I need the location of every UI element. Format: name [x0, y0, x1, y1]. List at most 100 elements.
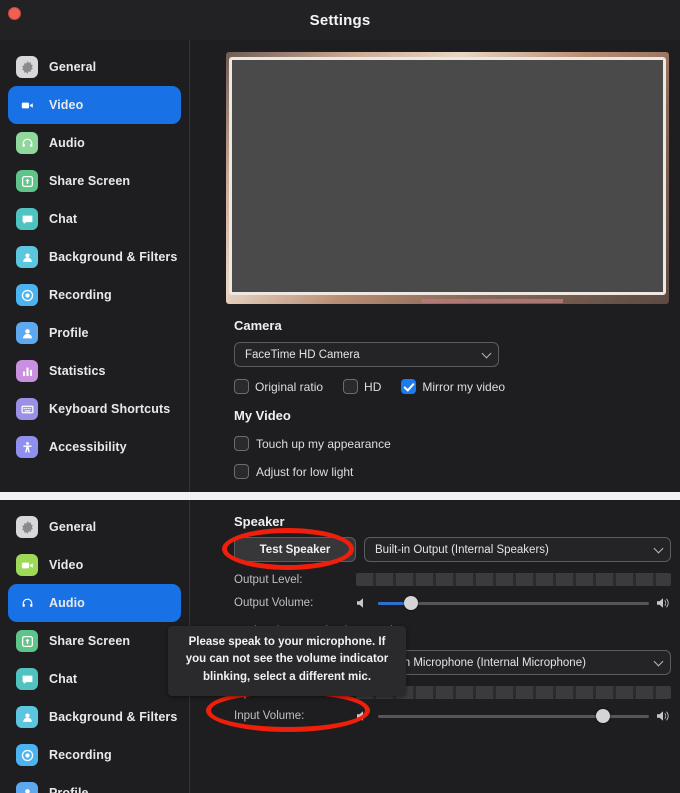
chevron-down-icon	[481, 348, 492, 358]
chat-icon	[16, 668, 38, 690]
label-touch-up-appearance: Touch up my appearance	[256, 436, 391, 451]
video-settings-panel: Settings General Video Audio Share Screen Ch…	[0, 0, 680, 492]
sidebar-item-audio[interactable]: Audio	[8, 584, 181, 622]
sidebar-item-general[interactable]: General	[8, 508, 181, 546]
video-content: Camera FaceTime HD Camera Original ratio…	[190, 40, 680, 492]
sidebar-item-audio[interactable]: Audio	[8, 124, 181, 162]
profile-icon	[16, 322, 38, 344]
test-speaker-button[interactable]: Test Speaker	[234, 537, 356, 562]
sidebar-item-statistics[interactable]: Statistics	[8, 352, 181, 390]
panel-divider	[0, 492, 680, 500]
sidebar-item-recording[interactable]: Recording	[8, 736, 181, 774]
video-preview-frame	[229, 57, 666, 295]
input-volume-label: Input Volume:	[234, 710, 305, 722]
label-mirror-my-video: Mirror my video	[422, 379, 506, 394]
record-icon	[16, 744, 38, 766]
sidebar-item-label: Recording	[49, 748, 112, 762]
title-bar: Settings	[0, 0, 680, 40]
keyboard-icon	[16, 398, 38, 420]
sidebar-item-label: Share Screen	[49, 634, 131, 648]
output-volume-thumb[interactable]	[403, 596, 418, 610]
sidebar-item-keyboard-shortcuts[interactable]: Keyboard Shortcuts	[8, 390, 181, 428]
sidebar-item-label: Audio	[49, 596, 85, 610]
profile-icon	[16, 782, 38, 793]
accessibility-icon	[16, 436, 38, 458]
output-volume-slider[interactable]	[378, 596, 649, 610]
label-original-ratio: Original ratio	[255, 379, 324, 394]
sidebar-item-chat[interactable]: Chat	[8, 200, 181, 238]
sidebar-item-label: Statistics	[49, 364, 106, 378]
microphone-select[interactable]: Built-in Microphone (Internal Microphone…	[364, 650, 671, 675]
sidebar-item-label: Recording	[49, 288, 112, 302]
sidebar-item-label: Profile	[49, 786, 89, 793]
option-touch-up-appearance[interactable]: Touch up my appearance	[234, 436, 671, 451]
output-volume-track	[378, 602, 649, 605]
sidebar-item-label: Accessibility	[49, 440, 127, 454]
camera-select-value: FaceTime HD Camera	[245, 348, 360, 361]
page-title: Settings	[309, 11, 371, 29]
option-adjust-low-light[interactable]: Adjust for low light	[234, 464, 671, 479]
video-preview-base	[420, 299, 563, 303]
sidebar-item-label: Video	[49, 558, 84, 572]
video-preview	[226, 52, 669, 304]
sidebar-item-accessibility[interactable]: Accessibility	[8, 428, 181, 466]
sidebar-item-share-screen[interactable]: Share Screen	[8, 162, 181, 200]
video-icon	[16, 554, 38, 576]
output-level-meter	[356, 573, 671, 586]
sidebar-item-label: Profile	[49, 326, 89, 340]
sidebar-item-background-filters[interactable]: Background & Filters	[8, 698, 181, 736]
close-icon[interactable]	[8, 7, 21, 20]
checkbox-original-ratio[interactable]	[234, 379, 249, 394]
camera-select[interactable]: FaceTime HD Camera	[234, 342, 499, 367]
sidebar-item-share-screen[interactable]: Share Screen	[8, 622, 181, 660]
sidebar-item-label: Keyboard Shortcuts	[49, 402, 171, 416]
mic-low-icon	[356, 710, 371, 722]
speaker-high-icon	[656, 597, 671, 609]
sidebar-item-profile[interactable]: Profile	[8, 774, 181, 793]
checkbox-adjust-low-light[interactable]	[234, 464, 249, 479]
sidebar-item-label: Chat	[49, 672, 78, 686]
input-volume-slider[interactable]	[378, 709, 649, 723]
output-volume-label: Output Volume:	[234, 597, 314, 609]
output-volume-row: Output Volume:	[234, 596, 671, 610]
checkbox-touch-up-appearance[interactable]	[234, 436, 249, 451]
share-icon	[16, 170, 38, 192]
sidebar-item-chat[interactable]: Chat	[8, 660, 181, 698]
speaker-select[interactable]: Built-in Output (Internal Speakers)	[364, 537, 671, 562]
person-icon	[16, 706, 38, 728]
input-volume-thumb[interactable]	[595, 709, 610, 723]
sidebar-item-video[interactable]: Video	[8, 546, 181, 584]
sidebar-video: General Video Audio Share Screen Chat Backgro…	[0, 40, 190, 492]
sidebar-audio: General Video Audio Share Screen Chat Backgro…	[0, 500, 190, 793]
output-level-label: Output Level:	[234, 573, 303, 586]
sidebar-item-background-filters[interactable]: Background & Filters	[8, 238, 181, 276]
sidebar-item-label: General	[49, 60, 97, 74]
checkbox-mirror-my-video[interactable]	[401, 379, 417, 394]
person-icon	[16, 246, 38, 268]
checkbox-hd[interactable]	[343, 379, 359, 394]
record-icon	[16, 284, 38, 306]
microphone-select-value: Built-in Microphone (Internal Microphone…	[375, 656, 586, 669]
speaker-select-value: Built-in Output (Internal Speakers)	[375, 543, 549, 556]
chat-icon	[16, 208, 38, 230]
speaker-row: Test Speaker Built-in Output (Internal S…	[234, 537, 671, 562]
sidebar-item-profile[interactable]: Profile	[8, 314, 181, 352]
label-adjust-low-light: Adjust for low light	[256, 464, 354, 479]
camera-options-row: Original ratio HD Mirror my video	[234, 379, 671, 394]
my-video-heading: My Video	[234, 408, 291, 423]
sidebar-item-recording[interactable]: Recording	[8, 276, 181, 314]
mic-high-icon	[656, 710, 671, 722]
gear-icon	[16, 56, 38, 78]
gear-icon	[16, 516, 38, 538]
input-volume-row: Input Volume:	[234, 709, 671, 723]
settings-screenshot: Settings General Video Audio Share Screen Ch…	[0, 0, 680, 793]
sidebar-item-label: Video	[49, 98, 84, 112]
speaker-heading: Speaker	[234, 514, 285, 529]
speaker-low-icon	[356, 597, 371, 609]
camera-heading: Camera	[234, 318, 282, 333]
sidebar-item-general[interactable]: General	[8, 48, 181, 86]
stats-icon	[16, 360, 38, 382]
chevron-down-icon	[653, 656, 664, 666]
sidebar-item-video[interactable]: Video	[8, 86, 181, 124]
share-icon	[16, 630, 38, 652]
